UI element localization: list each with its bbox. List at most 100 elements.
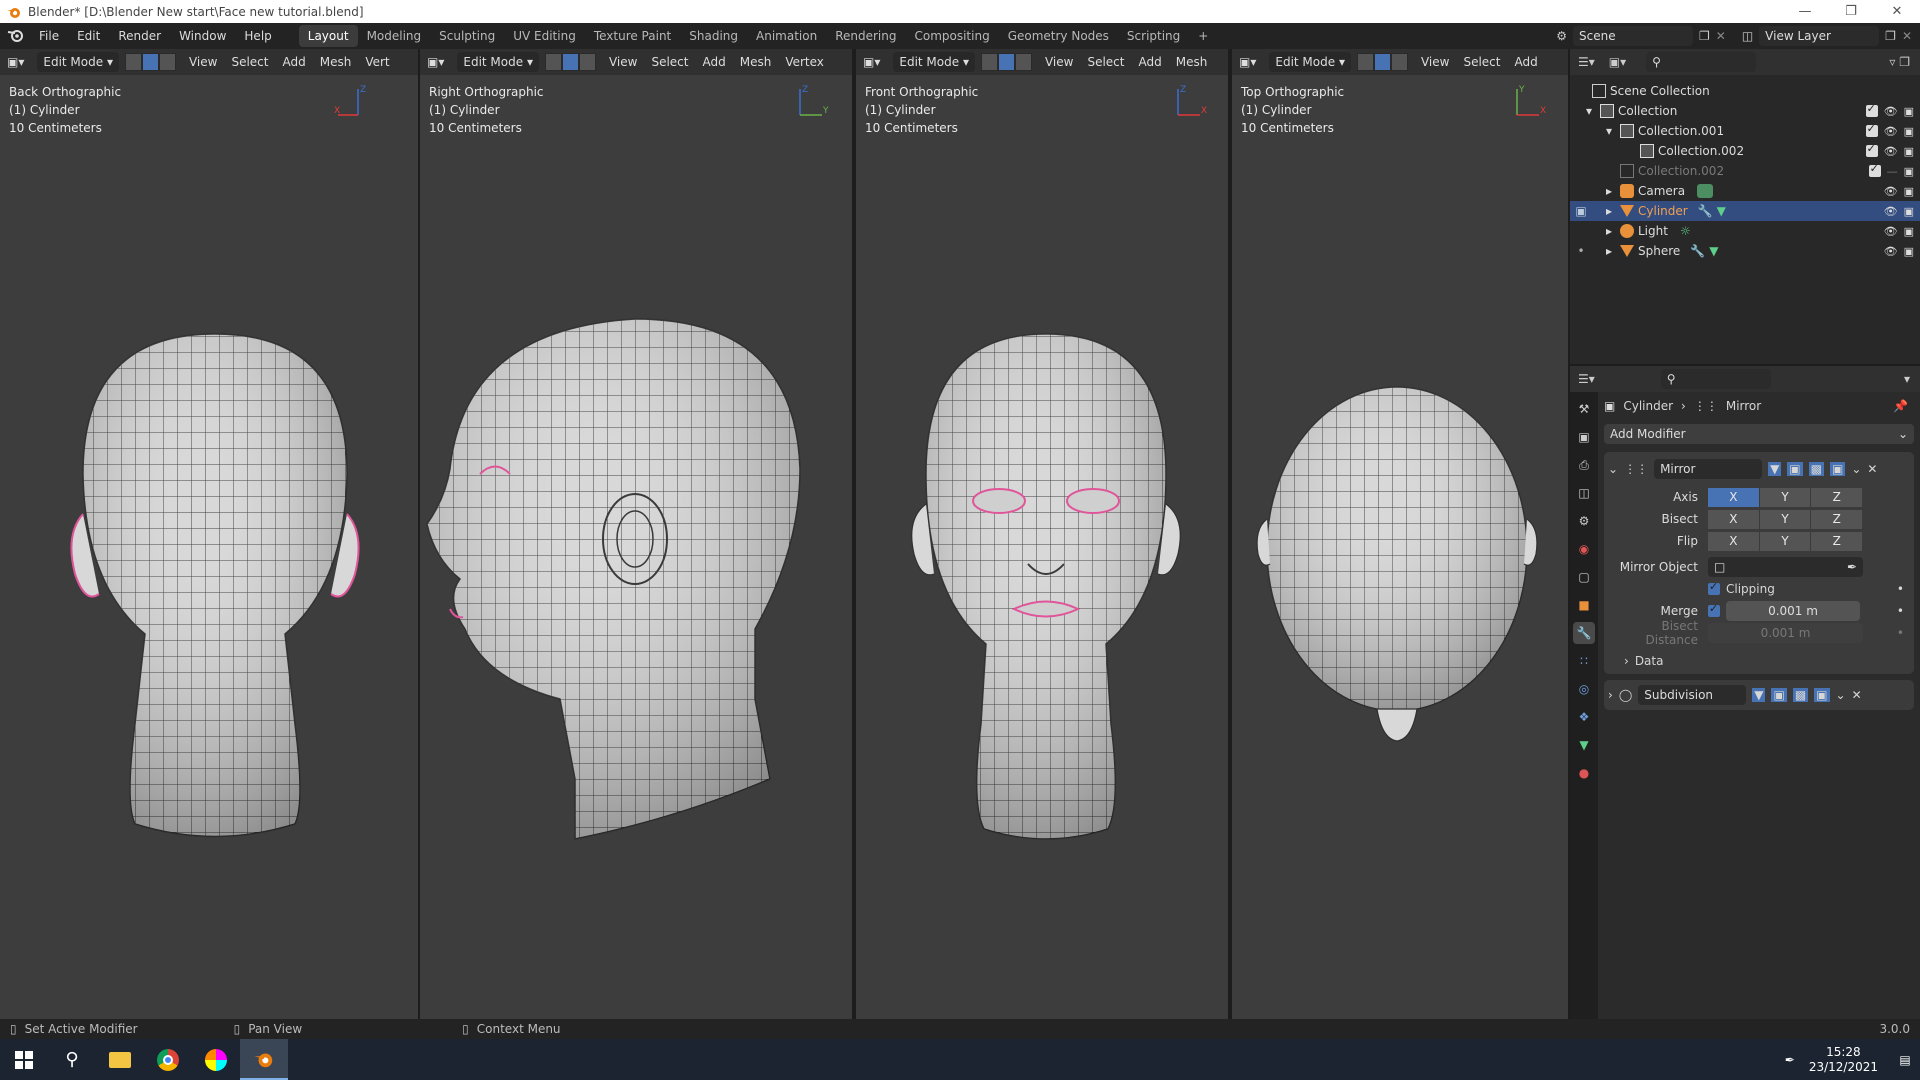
view-layer-icon[interactable]: ◫ [1742, 29, 1753, 43]
data-subpanel-row[interactable]: › Data [1608, 650, 1910, 672]
modifier-dropdown-icon[interactable]: ⌄ [1851, 462, 1861, 476]
menu-file[interactable]: File [30, 23, 68, 49]
material-tab-icon[interactable]: ● [1573, 762, 1595, 784]
menu-mesh[interactable]: Mesh [313, 55, 359, 69]
outliner-row-scene-collection[interactable]: Scene Collection [1570, 81, 1920, 101]
outliner-row-sphere[interactable]: • ▸ Sphere 🔧 ▼ 👁 ▣ [1570, 241, 1920, 261]
camera-render-icon[interactable]: ▣ [1904, 145, 1914, 158]
close-icon[interactable]: ✕ [1874, 4, 1920, 19]
flip-x-toggle[interactable]: X [1708, 531, 1759, 551]
properties-editor-type-icon[interactable]: ☰▾ [1570, 372, 1603, 386]
mode-selector[interactable]: Edit Mode ▾ [893, 52, 975, 72]
workspace-tab-animation[interactable]: Animation [747, 25, 826, 47]
editor-type-icon[interactable]: ▣▾ [0, 55, 31, 69]
menu-add[interactable]: Add [1507, 55, 1544, 69]
properties-search-input[interactable]: ⚲ [1660, 369, 1771, 389]
select-mode-buttons[interactable] [124, 53, 176, 71]
outliner-row-light[interactable]: ▸ Light ☼ 👁 ▣ [1570, 221, 1920, 241]
workspace-tab-compositing[interactable]: Compositing [905, 25, 998, 47]
menu-mesh[interactable]: Mesh [733, 55, 779, 69]
modifier-dropdown-icon[interactable]: ⌄ [1836, 688, 1846, 702]
vertex-select-icon[interactable] [124, 53, 142, 71]
pen-icon[interactable]: ✒ [1785, 1053, 1809, 1067]
face-select-icon[interactable] [578, 53, 596, 71]
modifier-tab-icon[interactable]: 🔧 [1573, 622, 1595, 644]
menu-help[interactable]: Help [235, 23, 280, 49]
taskbar-clock[interactable]: 15:28 23/12/2021 [1809, 1045, 1890, 1075]
keyframe-dot-icon[interactable]: • [1897, 582, 1910, 596]
restore-icon[interactable]: ❐ [1828, 4, 1874, 19]
camera-render-icon[interactable]: ▣ [1904, 125, 1914, 138]
axis-gizmo-icon[interactable]: Z Y [790, 83, 830, 123]
workspace-tab-uv-editing[interactable]: UV Editing [504, 25, 585, 47]
bisect-z-toggle[interactable]: Z [1811, 509, 1863, 529]
display-mode-icon[interactable]: ▣▾ [1603, 55, 1632, 69]
cage-toggle-icon[interactable]: ▣ [1771, 688, 1787, 702]
tool-tab-icon[interactable]: ⚒ [1573, 398, 1595, 420]
mirror-object-field[interactable]: □ ✒ [1708, 557, 1863, 577]
merge-checkbox[interactable] [1708, 602, 1720, 617]
face-select-icon[interactable] [1390, 53, 1408, 71]
cage-toggle-icon[interactable]: ▣ [1787, 462, 1803, 476]
search-icon[interactable]: ⚲ [48, 1039, 96, 1080]
edge-select-icon[interactable] [141, 53, 159, 71]
particles-tab-icon[interactable]: ∷ [1573, 650, 1595, 672]
bisect-distance-field[interactable]: 0.001 m [1708, 623, 1863, 643]
axis-y-toggle[interactable]: Y [1759, 487, 1811, 507]
camera-render-icon[interactable]: ▣ [1904, 185, 1914, 198]
face-select-icon[interactable] [158, 53, 176, 71]
physics-tab-icon[interactable]: ◎ [1573, 678, 1595, 700]
data-tab-icon[interactable]: ▼ [1573, 734, 1595, 756]
axis-x-toggle[interactable]: X [1708, 487, 1759, 507]
axis-gizmo-icon[interactable]: Z X [1168, 83, 1208, 123]
notifications-icon[interactable]: ▤ [1890, 1053, 1920, 1067]
outliner-editor-type-icon[interactable]: ☰▾ [1570, 55, 1603, 69]
viewport-back[interactable]: ▣▾ Edit Mode ▾ View Select Add Mesh Vert… [0, 49, 418, 1019]
add-modifier-button[interactable]: Add Modifier ⌄ [1604, 424, 1914, 444]
subdivision-name-field[interactable]: Subdivision [1638, 685, 1747, 705]
outliner-panel[interactable]: ☰▾ ▣▾ ⚲ ▿ ❐ Scene Collection ▾ Collectio… [1570, 49, 1920, 364]
delete-view-layer-icon[interactable]: ✕ [1902, 29, 1912, 43]
scene-icon[interactable]: ⚙ [1556, 29, 1567, 43]
viewport-front[interactable]: ▣▾ Edit Mode ▾ View Select Add Mesh Fron… [856, 49, 1228, 1019]
exclude-checkbox[interactable] [1865, 142, 1878, 157]
properties-panel[interactable]: ☰▾ ⚲ ▾ ⚒ ▣ ⎙ ◫ ⚙ ◉ ▢ ■ 🔧 ∷ ◎ ❖ ▼ ● ▣ Cyl… [1570, 364, 1920, 1019]
object-tab-icon[interactable]: ■ [1573, 594, 1595, 616]
workspace-tab-rendering[interactable]: Rendering [826, 25, 905, 47]
eye-icon[interactable]: 👁 [1884, 205, 1898, 218]
viewport-top[interactable]: ▣▾ Edit Mode ▾ View Select Add Top Ortho… [1232, 49, 1568, 1019]
mode-selector[interactable]: Edit Mode ▾ [1269, 52, 1351, 72]
delete-scene-icon[interactable]: ✕ [1716, 29, 1726, 43]
collection-tab-icon[interactable]: ▢ [1573, 566, 1595, 588]
vertex-select-icon[interactable] [544, 53, 562, 71]
remove-modifier-icon[interactable]: ✕ [1867, 462, 1877, 476]
edge-select-icon[interactable] [997, 53, 1015, 71]
constraints-tab-icon[interactable]: ❖ [1573, 706, 1595, 728]
menu-add[interactable]: Add [1131, 55, 1168, 69]
menu-view[interactable]: View [182, 55, 224, 69]
editor-type-icon[interactable]: ▣▾ [856, 55, 887, 69]
keyframe-dot-icon[interactable]: • [1897, 626, 1910, 640]
camera-render-icon[interactable]: ▣ [1904, 105, 1914, 118]
workspace-tab-scripting[interactable]: Scripting [1118, 25, 1189, 47]
collapse-chevron-icon[interactable]: ⌄ [1608, 462, 1618, 476]
menu-vertex[interactable]: Vertex [778, 55, 831, 69]
viewport-right[interactable]: ▣▾ Edit Mode ▾ View Select Add Mesh Vert… [420, 49, 852, 1019]
camera-render-icon[interactable]: ▣ [1904, 245, 1914, 258]
workspace-tab-texture-paint[interactable]: Texture Paint [585, 25, 680, 47]
menu-render[interactable]: Render [109, 23, 170, 49]
workspace-tab-geometry-nodes[interactable]: Geometry Nodes [999, 25, 1118, 47]
viewport-toggle-icon[interactable]: ▩ [1808, 462, 1824, 476]
menu-select[interactable]: Select [644, 55, 695, 69]
keyframe-dot-icon[interactable]: • [1897, 604, 1910, 618]
axis-z-toggle[interactable]: Z [1811, 487, 1863, 507]
workspace-tab-modeling[interactable]: Modeling [358, 25, 431, 47]
editor-type-icon[interactable]: ▣▾ [1232, 55, 1263, 69]
new-view-layer-icon[interactable]: ❐ [1885, 29, 1896, 43]
menu-view[interactable]: View [1414, 55, 1456, 69]
outliner-row-collection-002[interactable]: Collection.002 👁 ▣ [1570, 141, 1920, 161]
eye-icon[interactable]: 👁 [1884, 225, 1898, 238]
menu-add[interactable]: Add [275, 55, 312, 69]
vertex-select-icon[interactable] [980, 53, 998, 71]
color-picker-app-icon[interactable] [192, 1039, 240, 1080]
